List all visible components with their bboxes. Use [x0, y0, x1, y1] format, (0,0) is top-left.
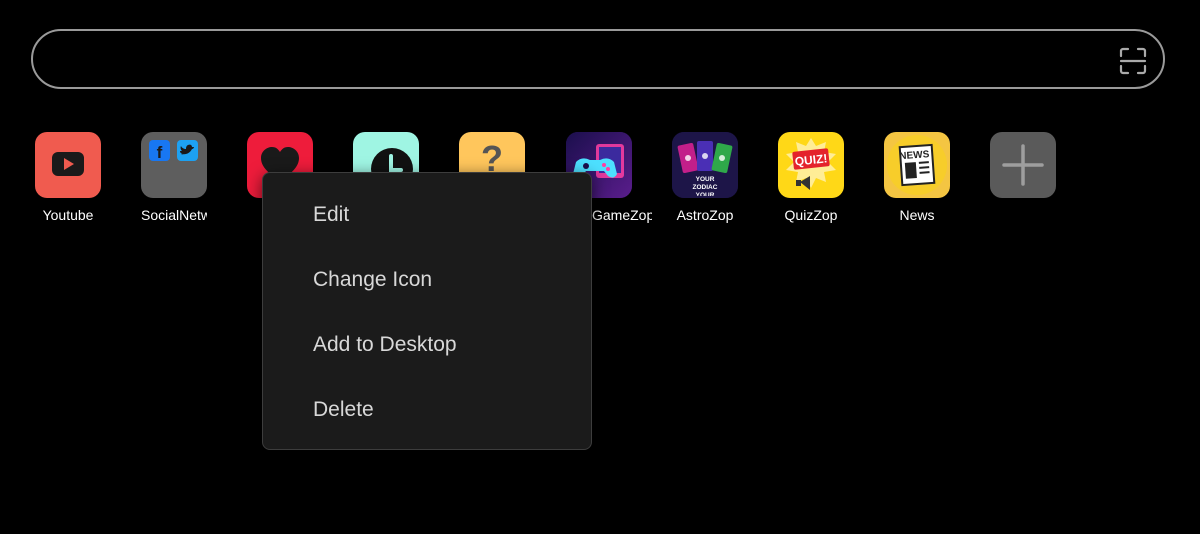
shortcut-youtube[interactable]: Youtube	[15, 132, 121, 223]
search-bar[interactable]	[31, 29, 1165, 89]
shortcut-label: GameZop	[592, 207, 652, 223]
add-icon	[990, 132, 1056, 198]
shortcut-label: QuizZop	[784, 207, 838, 223]
shortcut-quizzop[interactable]: QUIZ! QuizZop	[758, 132, 864, 223]
shortcut-news[interactable]: NEWS News	[864, 132, 970, 223]
menu-item-change-icon[interactable]: Change Icon	[263, 247, 591, 312]
astrozop-tagline: YOUR ZODIAC YOUR STORY!	[692, 176, 718, 196]
scan-icon[interactable]	[1119, 47, 1147, 75]
news-icon: NEWS	[884, 132, 950, 198]
shortcut-grid: Youtube f SocialNetwork Bo	[0, 132, 1200, 232]
shortcut-context-menu: Edit Change Icon Add to Desktop Delete	[262, 172, 592, 450]
shortcut-astrozop[interactable]: YOUR ZODIAC YOUR STORY! AstroZop	[652, 132, 758, 223]
social-folder-icon: f	[141, 132, 207, 198]
astrozop-icon: YOUR ZODIAC YOUR STORY!	[672, 132, 738, 198]
shortcut-label: SocialNetwork	[141, 207, 207, 223]
add-shortcut-button[interactable]	[970, 132, 1076, 207]
shortcut-label: AstroZop	[676, 207, 734, 223]
news-wordmark: NEWS	[899, 149, 930, 162]
menu-item-edit[interactable]: Edit	[263, 182, 591, 247]
menu-item-add-to-desktop[interactable]: Add to Desktop	[263, 312, 591, 377]
shortcut-socialnetwork[interactable]: f SocialNetwork	[121, 132, 227, 223]
browser-home-page: Youtube f SocialNetwork Bo	[0, 0, 1200, 534]
svg-text:f: f	[157, 143, 163, 162]
youtube-icon	[35, 132, 101, 198]
quizzop-icon: QUIZ!	[778, 132, 844, 198]
shortcut-label: News	[899, 207, 935, 223]
menu-item-delete[interactable]: Delete	[263, 377, 591, 442]
shortcut-label: Youtube	[42, 207, 94, 223]
